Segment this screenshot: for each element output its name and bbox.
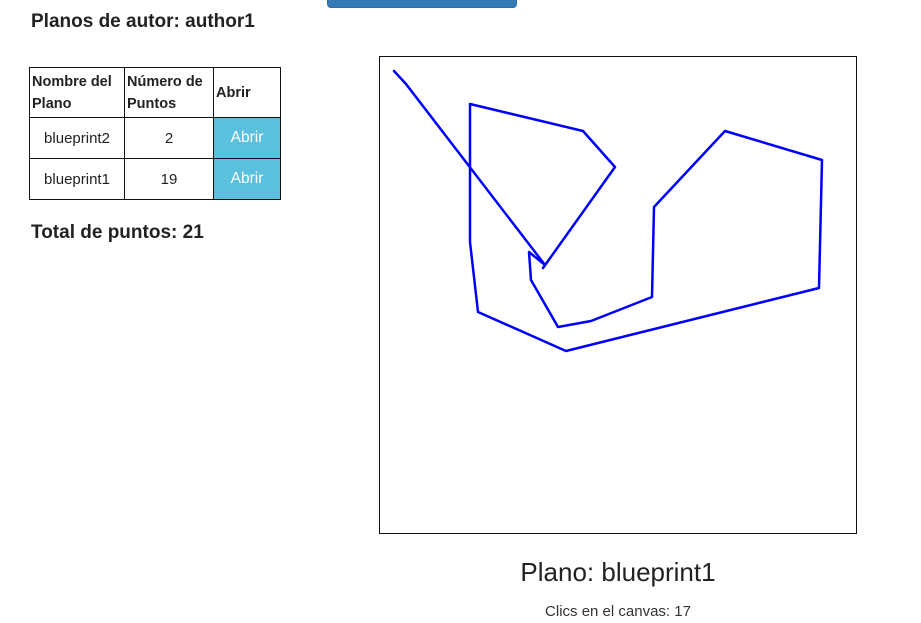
- header-points: Número de Puntos: [124, 67, 214, 118]
- blueprint-canvas[interactable]: [379, 56, 857, 534]
- row-open-cell: Abrir: [213, 117, 281, 159]
- row-points: 2: [124, 117, 214, 159]
- open-blueprint-button[interactable]: Abrir: [214, 159, 280, 199]
- current-plan-title: Plano: blueprint1: [379, 557, 857, 588]
- row-open-cell: Abrir: [213, 158, 281, 200]
- table-row: blueprint2 2 Abrir: [29, 117, 281, 159]
- total-points-value: 21: [182, 222, 204, 243]
- blueprint-path: [392, 69, 824, 353]
- row-name: blueprint1: [29, 158, 125, 200]
- clicks-count: 17: [674, 603, 691, 620]
- top-action-button[interactable]: [327, 0, 517, 8]
- header-name: Nombre del Plano: [29, 67, 125, 118]
- row-name: blueprint2: [29, 117, 125, 159]
- header-open: Abrir: [213, 67, 281, 118]
- blueprint-drawing: [392, 69, 824, 353]
- row-points: 19: [124, 158, 214, 200]
- page: Planos de autor: author1 Nombre del Plan…: [0, 0, 921, 623]
- blueprints-table: Nombre del Plano Número de Puntos Abrir …: [29, 67, 281, 200]
- clicks-label: Clics en el canvas:: [545, 603, 671, 620]
- canvas-clicks-counter: Clics en el canvas: 17: [379, 603, 857, 620]
- table-row: blueprint1 19 Abrir: [29, 158, 281, 200]
- table-header-row: Nombre del Plano Número de Puntos Abrir: [29, 67, 281, 118]
- author-title: Planos de autor: author1: [31, 11, 255, 33]
- plan-label: Plano:: [520, 557, 595, 587]
- author-name: author1: [185, 11, 255, 32]
- total-points-label: Total de puntos:: [31, 222, 178, 243]
- open-blueprint-button[interactable]: Abrir: [214, 118, 280, 158]
- total-points: Total de puntos: 21: [31, 222, 204, 244]
- plan-name: blueprint1: [601, 557, 716, 587]
- author-title-prefix: Planos de autor:: [31, 11, 180, 32]
